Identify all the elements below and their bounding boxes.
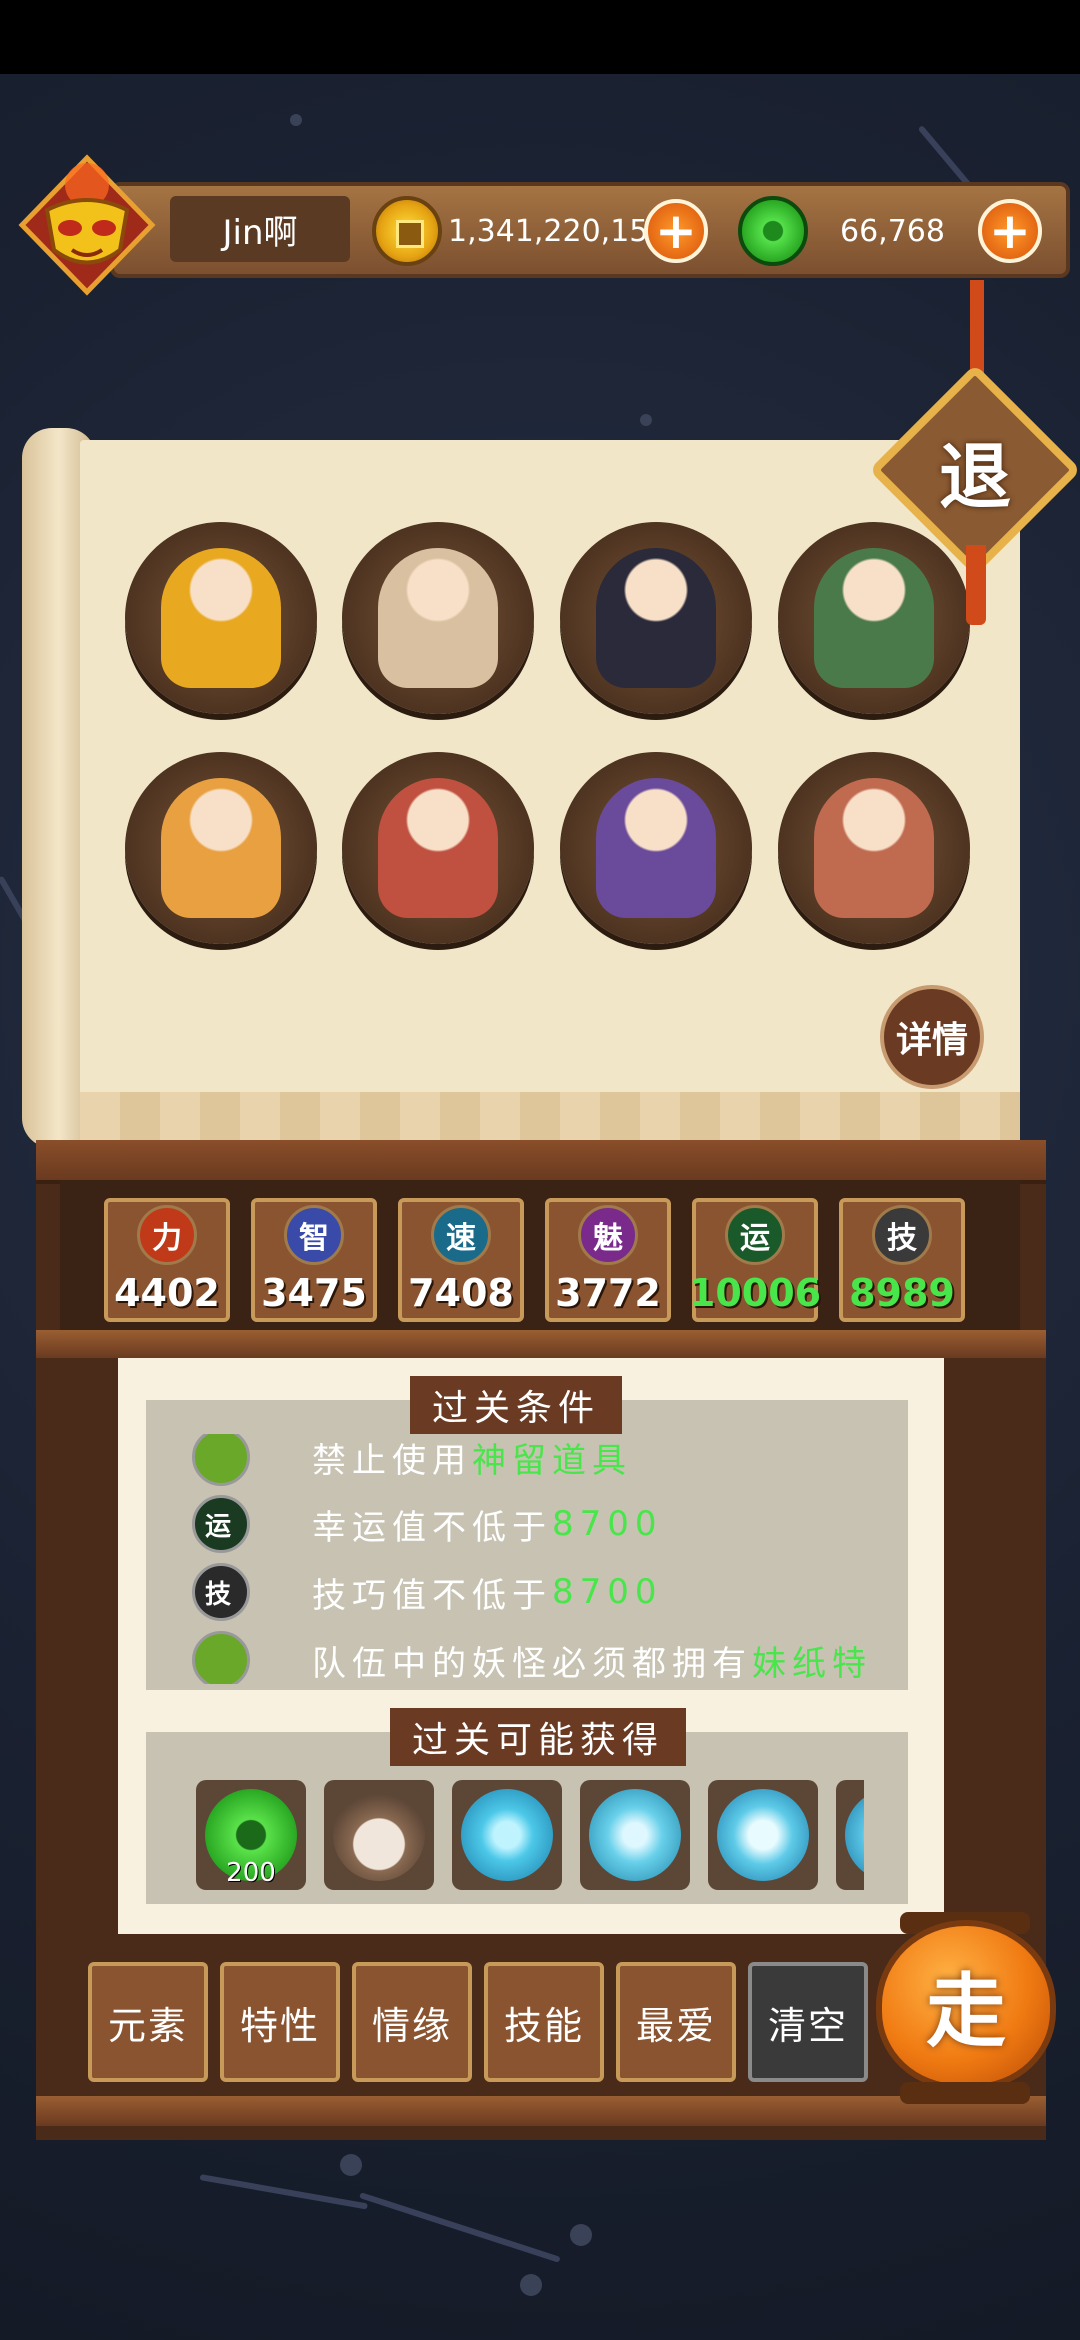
team-member-umbrella-yokai[interactable] [778, 522, 970, 714]
filter-button[interactable]: 最爱 [616, 1962, 736, 2082]
coin-icon [372, 196, 442, 266]
plus-icon: + [989, 202, 1031, 260]
stat-card: 速 7408 [398, 1198, 524, 1322]
reward-item[interactable] [836, 1780, 864, 1890]
filter-button[interactable]: 元素 [88, 1962, 208, 2082]
hamster-reward-icon [333, 1789, 425, 1881]
details-button[interactable]: 详情 [880, 985, 984, 1089]
add-coins-button[interactable]: + [644, 199, 708, 263]
wood-panel-bottom [36, 2096, 1046, 2126]
condition-row: 禁止使用 神留道具 [192, 1434, 632, 1486]
condition-text: 禁止使用 [312, 1440, 472, 1481]
stat-badge-icon: 运 [725, 1205, 785, 1265]
exit-tassel [966, 545, 986, 625]
condition-row: 运 幸运值不低于 8700 [192, 1495, 663, 1553]
stat-card: 魅 3772 [545, 1198, 671, 1322]
reward-item[interactable] [580, 1780, 690, 1890]
condition-badge-icon [192, 1434, 250, 1486]
birthday-cake-yokai-icon [596, 548, 716, 688]
stat-badge-icon: 力 [137, 1205, 197, 1265]
status-bar [0, 0, 1080, 74]
lion-dance-yokai-icon [378, 548, 498, 688]
stat-value: 7408 [408, 1271, 514, 1315]
stat-card: 智 3475 [251, 1198, 377, 1322]
condition-row: 技 技巧值不低于 8700 [192, 1563, 663, 1621]
skill-icon: 技 [192, 1563, 250, 1621]
rewards-title: 过关可能获得 [390, 1708, 687, 1766]
stat-badge-icon: 速 [431, 1205, 491, 1265]
team-member-orange-fan-yokai[interactable] [125, 752, 317, 944]
team-member-lion-dance-yokai[interactable] [342, 522, 534, 714]
luck-icon: 运 [192, 1495, 250, 1553]
reward-amount: 200 [226, 1858, 276, 1888]
condition-text: 队伍中的妖怪必须都拥有 [312, 1643, 752, 1684]
go-button[interactable]: 走 [876, 1920, 1056, 2090]
masked-avatar-icon [18, 154, 156, 296]
wood-panel-top [36, 1140, 1046, 1184]
stat-value: 4402 [114, 1271, 220, 1315]
condition-badge-icon [192, 1631, 250, 1684]
jade-amount: 66,768 [840, 213, 945, 249]
condition-highlight: 神留道具 [472, 1440, 632, 1481]
lantern-base [900, 2082, 1030, 2104]
stat-value: 3772 [555, 1271, 661, 1315]
coin-amount: 1,341,220,154 [448, 213, 668, 249]
player-avatar[interactable] [12, 150, 162, 300]
stat-badge-icon: 魅 [578, 1205, 638, 1265]
conditions-list[interactable]: 禁止使用 神留道具 运 幸运值不低于 8700 技 技巧值不低于 8700 队伍中的妖… [146, 1434, 908, 1684]
condition-highlight: 妹纸特 [752, 1643, 872, 1684]
player-name: Jin啊 [170, 196, 350, 262]
team-member-golden-rings-yokai[interactable] [125, 522, 317, 714]
snowflake-yokai-icon [596, 778, 716, 918]
condition-text: 幸运值不低于 [312, 1507, 552, 1548]
team-member-birthday-cake-yokai[interactable] [560, 522, 752, 714]
orb-reward-icon [845, 1789, 864, 1881]
stat-value: 3475 [261, 1271, 367, 1315]
rewards-list[interactable]: 200 [196, 1780, 864, 1892]
stat-value: 10006 [688, 1271, 822, 1315]
condition-highlight: 8700 [552, 1572, 663, 1612]
crystal-orb-reward-icon [589, 1789, 681, 1881]
filter-button[interactable]: 情缘 [352, 1962, 472, 2082]
stat-badge-icon: 技 [872, 1205, 932, 1265]
ice-orb-reward-icon [461, 1789, 553, 1881]
golden-rings-yokai-icon [161, 548, 281, 688]
stat-card: 运 10006 [688, 1198, 822, 1322]
team-member-pink-orbs-yokai[interactable] [778, 752, 970, 944]
team-member-crowned-yokai[interactable] [342, 752, 534, 944]
pink-orbs-yokai-icon [814, 778, 934, 918]
wood-beam [36, 1330, 1046, 1358]
reward-item[interactable] [452, 1780, 562, 1890]
crowned-yokai-icon [378, 778, 498, 918]
filter-button[interactable]: 特性 [220, 1962, 340, 2082]
umbrella-yokai-icon [814, 548, 934, 688]
add-jade-button[interactable]: + [978, 199, 1042, 263]
filter-button[interactable]: 技能 [484, 1962, 604, 2082]
conditions-title: 过关条件 [410, 1376, 623, 1434]
stat-badge-icon: 智 [284, 1205, 344, 1265]
condition-row: 队伍中的妖怪必须都拥有 妹纸特 [192, 1631, 872, 1684]
reward-item[interactable] [324, 1780, 434, 1890]
water-orb-reward-icon [717, 1789, 809, 1881]
condition-highlight: 8700 [552, 1504, 663, 1544]
reward-item[interactable] [708, 1780, 818, 1890]
exit-button[interactable]: 退 [900, 395, 1050, 545]
team-member-snowflake-yokai[interactable] [560, 752, 752, 944]
stat-card: 力 4402 [104, 1198, 230, 1322]
reward-item[interactable]: 200 [196, 1780, 306, 1890]
clear-button[interactable]: 清空 [748, 1962, 868, 2082]
stat-value: 8989 [849, 1271, 955, 1315]
plus-icon: + [655, 202, 697, 260]
jade-icon [738, 196, 808, 266]
orange-fan-yokai-icon [161, 778, 281, 918]
stat-card: 技 8989 [839, 1198, 965, 1322]
condition-text: 技巧值不低于 [312, 1575, 552, 1616]
